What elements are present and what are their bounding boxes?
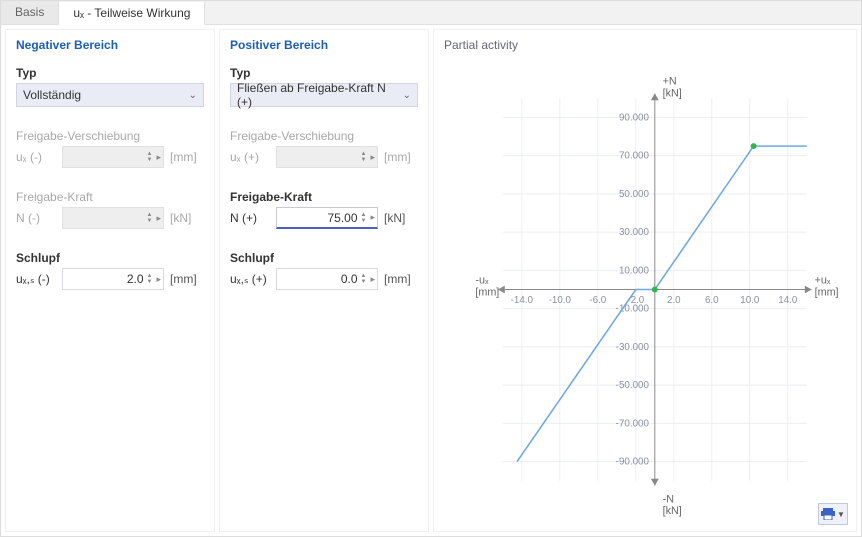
pos-slip-prefix: uₓ,ₛ (+) [230, 272, 270, 286]
svg-text:[kN]: [kN] [663, 87, 682, 99]
spinner-icon: ▲▼ [147, 151, 153, 163]
partial-activity-chart: -14.0-10.0-6.0-2.02.06.010.014.0-90.000-… [444, 56, 846, 523]
neg-type-value: Vollständig [23, 88, 81, 102]
pos-displacement-prefix: uₓ (+) [230, 150, 270, 164]
tab-bar: Basis uₓ - Teilweise Wirkung [1, 1, 861, 25]
svg-text:-10.000: -10.000 [616, 304, 650, 315]
pos-type-label: Typ [230, 66, 418, 80]
neg-force-prefix: N (-) [16, 211, 56, 225]
chart-title: Partial activity [444, 38, 846, 52]
svg-text:50.000: 50.000 [619, 189, 650, 200]
positive-range-panel: Positiver Bereich Typ Fließen ab Freigab… [219, 29, 429, 532]
svg-text:[kN]: [kN] [663, 505, 682, 517]
positive-range-title: Positiver Bereich [230, 38, 418, 52]
svg-text:70.000: 70.000 [619, 151, 650, 162]
neg-displacement-input: ▲▼ ▸ [62, 146, 164, 168]
neg-slip-label: Schlupf [16, 251, 204, 265]
neg-displacement-label: Freigabe-Verschiebung [16, 129, 204, 143]
neg-type-label: Typ [16, 66, 204, 80]
svg-text:-6.0: -6.0 [589, 295, 606, 306]
neg-force-input: ▲▼ ▸ [62, 207, 164, 229]
svg-text:-N: -N [663, 493, 674, 505]
svg-text:6.0: 6.0 [705, 295, 719, 306]
svg-text:[mm]: [mm] [815, 286, 839, 298]
spinner-icon: ▲▼ [147, 212, 153, 224]
unit-mm: [mm] [384, 272, 418, 286]
svg-text:[mm]: [mm] [475, 286, 499, 298]
pos-displacement-input: ▲▼ ▸ [276, 146, 378, 168]
svg-text:90.000: 90.000 [619, 112, 650, 123]
tab-basis[interactable]: Basis [1, 1, 59, 24]
print-button[interactable]: ▼ [818, 503, 848, 525]
svg-text:+uₓ: +uₓ [815, 275, 831, 287]
svg-text:-uₓ: -uₓ [475, 275, 489, 287]
unit-kn: [kN] [170, 211, 204, 225]
unit-mm: [mm] [170, 272, 204, 286]
svg-text:14.0: 14.0 [778, 295, 798, 306]
dropdown-icon: ▸ [370, 152, 375, 163]
neg-displacement-prefix: uₓ (-) [16, 150, 56, 164]
negative-range-panel: Negativer Bereich Typ Vollständig ⌄ Frei… [5, 29, 215, 532]
pos-type-value: Fließen ab Freigabe-Kraft N (+) [237, 81, 403, 109]
neg-slip-prefix: uₓ,ₛ (-) [16, 272, 56, 286]
svg-text:2.0: 2.0 [667, 295, 681, 306]
dropdown-icon: ▸ [156, 213, 161, 224]
spinner-icon[interactable]: ▲▼ [361, 273, 367, 285]
unit-mm: [mm] [384, 150, 418, 164]
svg-text:-14.0: -14.0 [511, 295, 534, 306]
pos-slip-input[interactable]: 0.0 ▲▼ ▸ [276, 268, 378, 290]
tab-partial-effect[interactable]: uₓ - Teilweise Wirkung [59, 2, 205, 25]
pos-force-input[interactable]: 75.00 ▲▼ ▸ [276, 207, 378, 229]
svg-text:-70.000: -70.000 [616, 418, 650, 429]
svg-text:-10.0: -10.0 [549, 295, 572, 306]
spinner-icon[interactable]: ▲▼ [147, 273, 153, 285]
negative-range-title: Negativer Bereich [16, 38, 204, 52]
svg-text:-50.000: -50.000 [616, 380, 650, 391]
unit-kn: [kN] [384, 211, 418, 225]
chevron-down-icon: ⌄ [189, 90, 197, 101]
dropdown-icon[interactable]: ▸ [370, 274, 375, 285]
chart-panel: Partial activity -14.0-10.0-6.0-2.02.06.… [433, 29, 857, 532]
neg-force-label: Freigabe-Kraft [16, 190, 204, 204]
spinner-icon: ▲▼ [361, 151, 367, 163]
svg-text:10.0: 10.0 [740, 295, 760, 306]
pos-slip-label: Schlupf [230, 251, 418, 265]
dropdown-icon[interactable]: ▸ [370, 212, 375, 223]
svg-text:-30.000: -30.000 [616, 342, 650, 353]
dropdown-icon: ▸ [156, 152, 161, 163]
pos-force-prefix: N (+) [230, 211, 270, 225]
neg-type-select[interactable]: Vollständig ⌄ [16, 83, 204, 107]
chevron-down-icon: ⌄ [403, 90, 411, 101]
pos-type-select[interactable]: Fließen ab Freigabe-Kraft N (+) ⌄ [230, 83, 418, 107]
pos-force-label: Freigabe-Kraft [230, 190, 418, 204]
svg-text:30.000: 30.000 [619, 227, 650, 238]
chevron-down-icon: ▼ [837, 510, 845, 519]
spinner-icon[interactable]: ▲▼ [361, 212, 367, 224]
print-icon [821, 508, 835, 520]
pos-displacement-label: Freigabe-Verschiebung [230, 129, 418, 143]
neg-slip-input[interactable]: 2.0 ▲▼ ▸ [62, 268, 164, 290]
svg-text:-90.000: -90.000 [616, 457, 650, 468]
svg-text:10.000: 10.000 [619, 265, 650, 276]
dropdown-icon[interactable]: ▸ [156, 274, 161, 285]
svg-text:+N: +N [663, 76, 677, 88]
unit-mm: [mm] [170, 150, 204, 164]
